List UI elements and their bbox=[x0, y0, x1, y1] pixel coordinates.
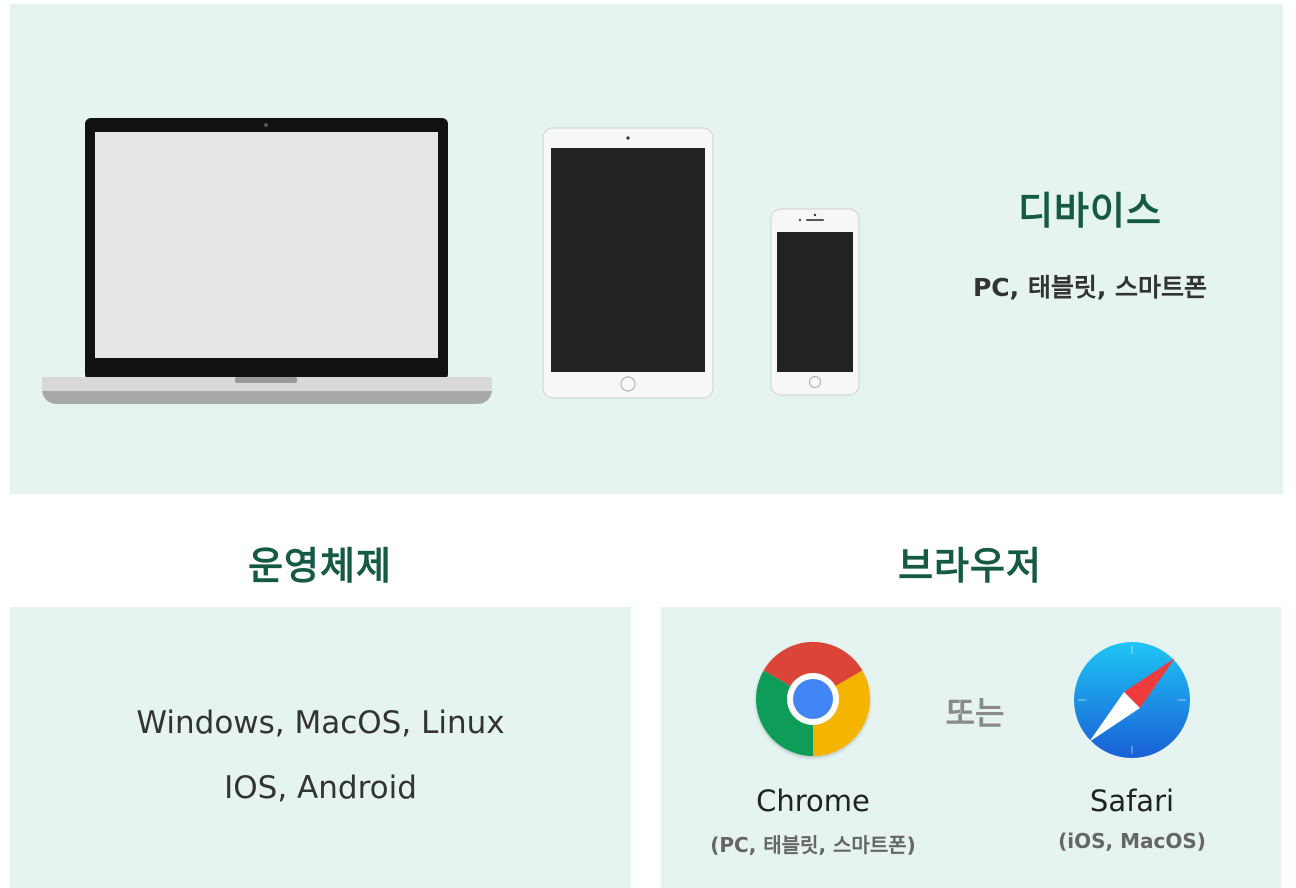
device-title: 디바이스 bbox=[1018, 189, 1162, 233]
safari-icon bbox=[1074, 642, 1190, 758]
safari-label: Safari bbox=[1089, 784, 1175, 818]
os-title: 운영체제 bbox=[248, 544, 392, 588]
chrome-icon bbox=[755, 641, 871, 756]
laptop-icon bbox=[42, 118, 492, 404]
os-line: IOS, Android bbox=[224, 770, 417, 806]
safari-note: (iOS, MacOS) bbox=[1058, 829, 1206, 853]
tablet-icon bbox=[542, 127, 714, 399]
device-subtitle: PC, 태블릿, 스마트폰 bbox=[972, 273, 1208, 302]
os-panel bbox=[10, 607, 631, 888]
or-label: 또는 bbox=[945, 694, 1005, 732]
chrome-note: (PC, 태블릿, 스마트폰) bbox=[710, 833, 916, 857]
os-line: Windows, MacOS, Linux bbox=[136, 705, 505, 741]
browser-title: 브라우저 bbox=[898, 544, 1042, 588]
chrome-label: Chrome bbox=[756, 784, 870, 818]
smartphone-icon bbox=[770, 208, 860, 396]
